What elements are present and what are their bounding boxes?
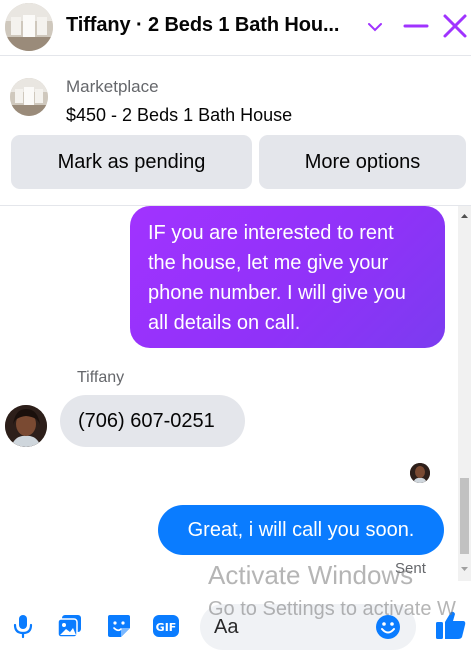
scrollbar-thumb[interactable] <box>460 478 469 554</box>
gif-icon[interactable]: GIF <box>152 612 180 640</box>
minimize-icon[interactable] <box>403 13 429 39</box>
scroll-down-arrow-icon[interactable] <box>458 563 471 575</box>
read-receipt-avatar <box>410 463 430 483</box>
chat-header: Tiffany · 2 Beds 1 Bath Hou... <box>0 0 471 56</box>
marketplace-panel: Marketplace $450 - 2 Beds 1 Bath House M… <box>0 63 471 203</box>
sender-name: Tiffany <box>77 369 125 386</box>
thumbs-up-icon[interactable] <box>434 608 468 642</box>
emoji-icon[interactable] <box>374 613 402 641</box>
microphone-icon[interactable] <box>9 612 37 640</box>
house-thumbnail-icon[interactable] <box>5 3 53 51</box>
more-options-button[interactable]: More options <box>259 135 466 189</box>
close-icon[interactable] <box>441 12 469 40</box>
chevron-down-icon[interactable] <box>366 18 384 36</box>
svg-text:GIF: GIF <box>156 621 177 634</box>
avatar[interactable] <box>5 405 47 447</box>
outgoing-message[interactable]: IF you are interested to rent the house,… <box>130 206 445 348</box>
message-list[interactable]: IF you are interested to rent the house,… <box>0 206 471 581</box>
scrollbar[interactable] <box>458 206 471 581</box>
outgoing-message[interactable]: Great, i will call you soon. <box>158 505 444 555</box>
listing-thumbnail-icon[interactable] <box>10 78 48 116</box>
listing-title[interactable]: $450 - 2 Beds 1 Bath House <box>66 105 292 126</box>
message-composer: GIF <box>0 586 471 664</box>
mark-as-pending-button[interactable]: Mark as pending <box>11 135 252 189</box>
scroll-up-arrow-icon[interactable] <box>458 210 471 222</box>
sticker-icon[interactable] <box>105 612 133 640</box>
photo-icon[interactable] <box>56 612 84 640</box>
marketplace-label: Marketplace <box>66 77 159 96</box>
incoming-message[interactable]: (706) 607-0251 <box>60 395 245 447</box>
conversation-title[interactable]: Tiffany · 2 Beds 1 Bath Hou... <box>66 14 356 37</box>
message-status: Sent <box>395 560 426 577</box>
